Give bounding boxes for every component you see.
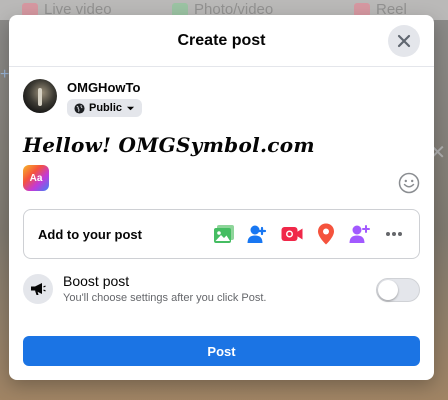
close-icon [397,34,411,48]
live-video-icon [281,227,303,241]
chevron-down-icon [126,106,135,110]
photo-video-icon [214,225,234,243]
boost-post-description: You'll choose settings after you click P… [63,292,267,304]
more-icon [386,232,402,236]
add-friend-button[interactable] [349,223,371,245]
globe-icon [74,102,85,114]
privacy-selector[interactable]: Public [67,99,143,117]
post-text-input[interactable]: Hellow! OMGSymbol.com [23,133,315,157]
close-button[interactable] [388,25,420,57]
dialog-header: Create post [9,15,434,67]
check-in-button[interactable] [315,223,337,245]
privacy-label: Public [89,102,123,114]
emoji-button[interactable] [398,172,420,194]
more-options-button[interactable] [383,223,405,245]
add-to-post-bar: Add to your post [23,209,420,259]
add-friend-icon [349,225,370,243]
author-name: OMGHowTo [67,80,141,95]
tag-people-button[interactable] [247,223,269,245]
photo-video-button[interactable] [213,223,235,245]
boost-post-row: Boost post You'll choose settings after … [23,273,266,304]
boost-post-title: Boost post [63,273,130,289]
live-video-button[interactable] [281,223,303,245]
text-background-picker[interactable]: Aa [23,165,49,191]
author-row: OMGHowTo Public [23,79,143,119]
add-to-post-label: Add to your post [38,226,142,242]
smiley-icon [398,172,420,194]
dialog-title: Create post [177,31,266,49]
post-button[interactable]: Post [23,336,420,366]
boost-post-toggle[interactable] [376,278,420,302]
bg-plus-icon: + [0,66,10,83]
create-post-dialog: Create post OMGHowTo Public Hellow! OMGS… [9,15,434,380]
check-in-icon [318,223,334,245]
avatar[interactable] [23,79,57,113]
toggle-knob [378,280,398,300]
tag-people-icon [247,225,267,243]
megaphone-icon [23,273,53,304]
